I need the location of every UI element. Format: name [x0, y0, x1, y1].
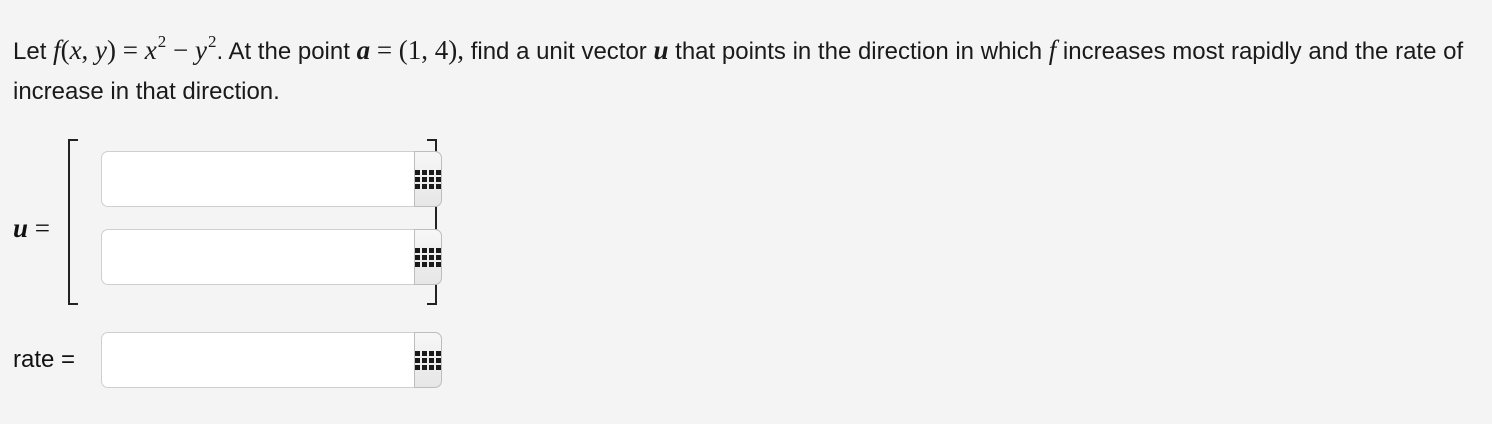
u-symbol: u	[13, 213, 29, 243]
var-x: x	[69, 35, 82, 65]
question-text-1: . At the point	[216, 38, 357, 65]
function-f: f	[53, 35, 61, 65]
u-equals-label: u =	[13, 210, 50, 246]
rate-input[interactable]	[101, 332, 414, 388]
exponent-1: 2	[157, 32, 167, 51]
math-palette-button[interactable]	[414, 151, 442, 207]
point-value: = (1, 4),	[370, 35, 465, 65]
u-component-1-field	[101, 151, 442, 207]
rate-label: rate =	[13, 346, 76, 373]
question-text-3: that points in the direction in which	[668, 38, 1049, 65]
paren-close-equals: ) =	[107, 35, 145, 65]
term-y: y	[194, 35, 207, 65]
u-component-1-input[interactable]	[101, 151, 414, 207]
minus-sign: −	[166, 35, 195, 65]
math-palette-icon	[415, 247, 441, 267]
math-palette-button[interactable]	[414, 229, 442, 285]
vector-u: u	[653, 35, 669, 65]
u-component-2-input[interactable]	[101, 229, 414, 285]
math-palette-icon	[415, 350, 441, 370]
rate-field	[101, 332, 442, 388]
math-palette-button[interactable]	[414, 332, 442, 388]
u-equals: =	[28, 213, 51, 243]
paren-open: (	[60, 35, 70, 65]
math-palette-icon	[415, 169, 441, 189]
question-text: Let f(x, y) = x2 − y2. At the point a = …	[13, 30, 1483, 112]
u-component-2-field	[101, 229, 442, 285]
question-let: Let	[13, 38, 47, 65]
comma: ,	[81, 35, 96, 65]
var-y: y	[95, 35, 108, 65]
left-bracket	[68, 139, 78, 305]
point-a: a	[356, 35, 371, 65]
question-text-2: find a unit vector	[464, 38, 654, 65]
term-x: x	[144, 35, 157, 65]
